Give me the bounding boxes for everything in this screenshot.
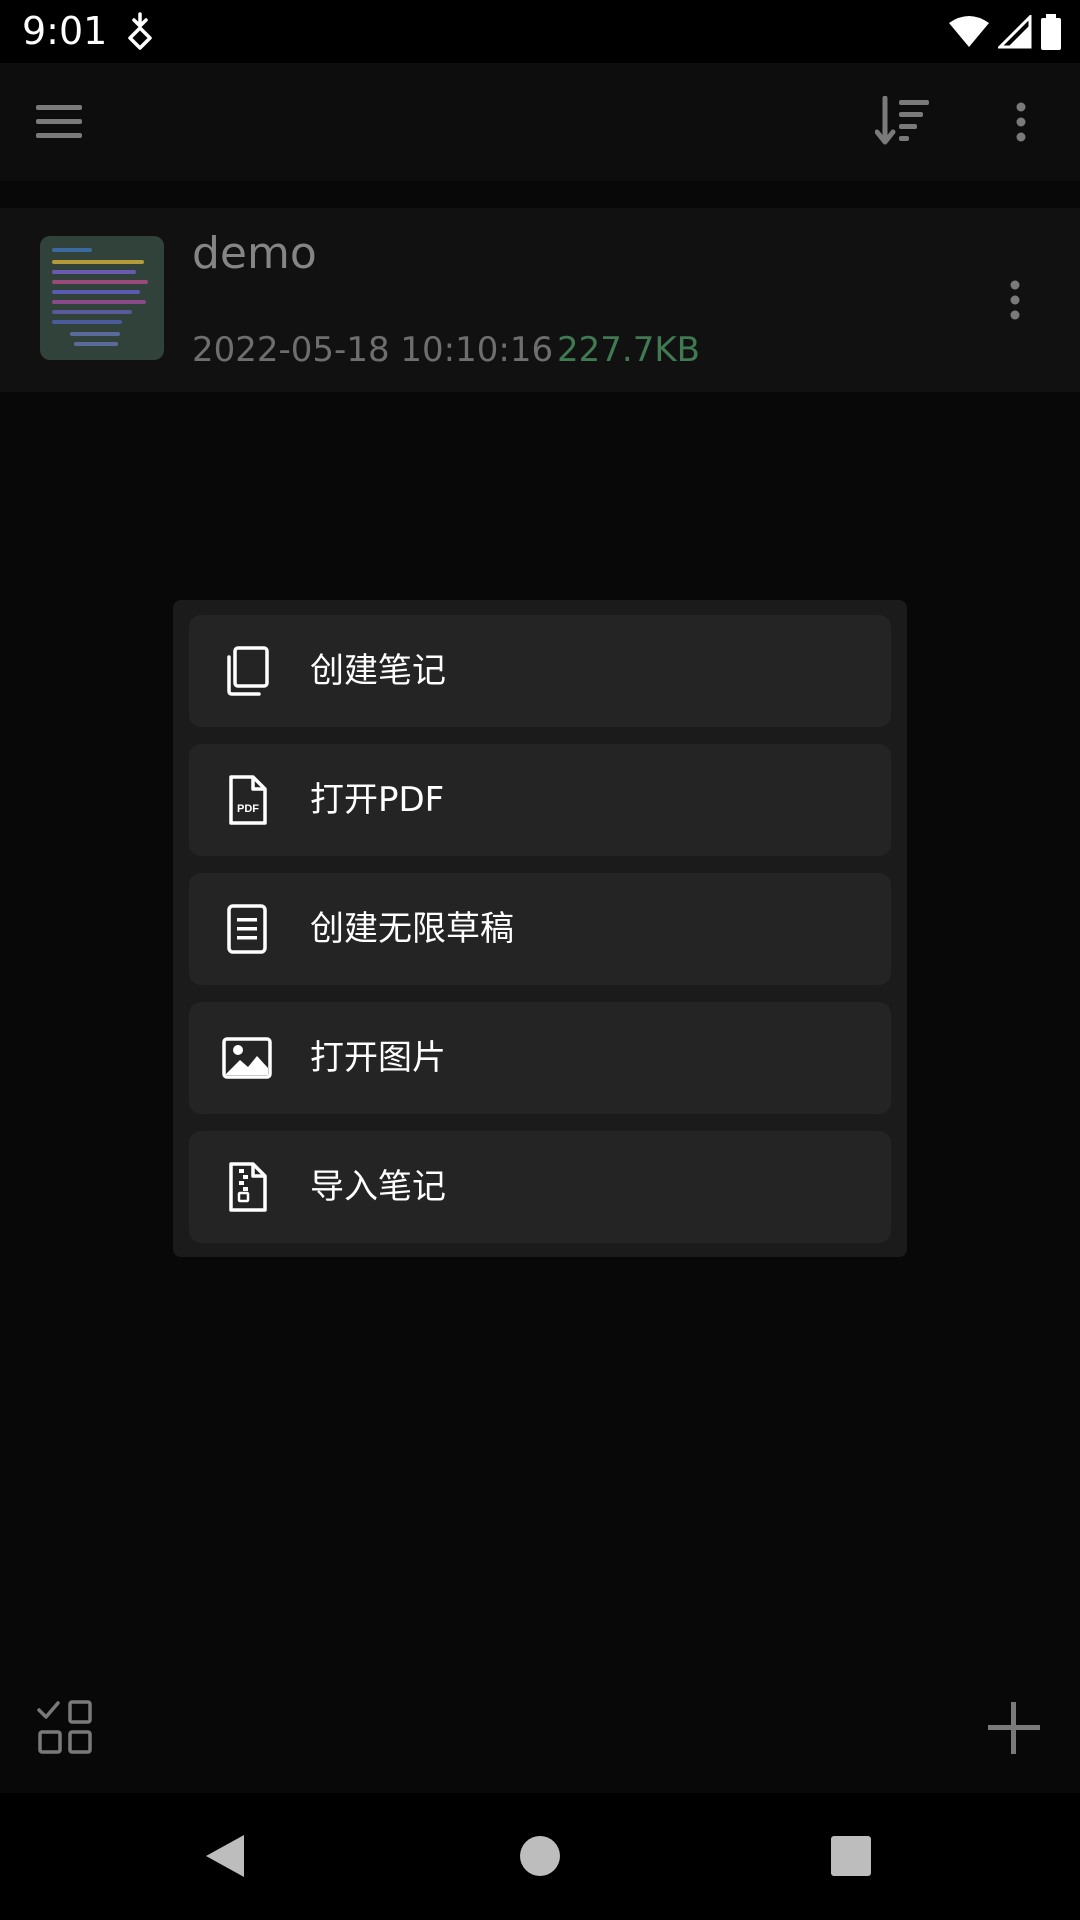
note-list-item[interactable]: demo 2022-05-18 10:10:16 227.7KB (0, 208, 1080, 392)
pdf-file-icon: PDF (229, 775, 267, 825)
add-button[interactable] (984, 1698, 1044, 1758)
document-lines-icon (227, 904, 267, 954)
menu-item-create-infinite-draft[interactable]: 创建无限草稿 (189, 873, 891, 985)
sort-button[interactable] (868, 87, 938, 157)
home-icon (520, 1836, 560, 1876)
note-size: 227.7KB (557, 330, 700, 370)
menu-item-open-image[interactable]: 打开图片 (189, 1002, 891, 1114)
menu-item-label: 创建无限草稿 (310, 909, 514, 949)
status-bar: 9:01 (0, 0, 1080, 63)
battery-icon (1041, 14, 1061, 50)
download-notification-icon (128, 12, 152, 50)
menu-item-label: 导入笔记 (310, 1167, 446, 1207)
note-date: 2022-05-18 10:10:16 (192, 330, 554, 370)
menu-item-import-note[interactable]: 导入笔记 (189, 1131, 891, 1243)
nav-home-button[interactable] (507, 1823, 573, 1889)
nav-recents-button[interactable] (818, 1823, 884, 1889)
svg-text:PDF: PDF (237, 803, 259, 815)
note-more-button[interactable] (990, 270, 1040, 330)
status-time: 9:01 (22, 9, 108, 53)
select-grid-icon (37, 1700, 92, 1754)
recents-icon (831, 1836, 871, 1876)
more-vert-icon (1016, 102, 1026, 142)
status-icons (948, 10, 1062, 54)
menu-item-label: 打开PDF (310, 780, 445, 820)
more-vert-icon (1010, 280, 1020, 320)
menu-item-label: 创建笔记 (310, 651, 446, 691)
note-title: demo (192, 228, 317, 279)
menu-item-open-pdf[interactable]: PDF 打开PDF (189, 744, 891, 856)
copy-pages-icon (227, 646, 269, 696)
menu-button[interactable] (24, 87, 94, 157)
add-icon (988, 1702, 1040, 1754)
image-icon (222, 1037, 272, 1079)
signal-icon (998, 15, 1032, 49)
menu-item-label: 打开图片 (310, 1038, 446, 1078)
back-icon (206, 1835, 244, 1877)
wifi-icon (949, 16, 989, 47)
sort-icon (875, 96, 929, 145)
more-options-button[interactable] (986, 87, 1056, 157)
nav-back-button[interactable] (192, 1823, 258, 1889)
zip-file-icon (229, 1162, 267, 1212)
create-menu-dialog: 创建笔记 PDF 打开PDF 创建无限草稿 打开图片 导入笔记 (173, 600, 907, 1257)
select-mode-button[interactable] (36, 1698, 96, 1758)
app-bar (0, 63, 1080, 181)
note-thumbnail (40, 236, 164, 360)
menu-icon (36, 105, 82, 138)
navigation-bar (0, 1793, 1080, 1920)
menu-item-create-note[interactable]: 创建笔记 (189, 615, 891, 727)
screen: 9:01 demo 2022-05-18 10:10:16 227.7KB 创建… (0, 0, 1080, 1920)
